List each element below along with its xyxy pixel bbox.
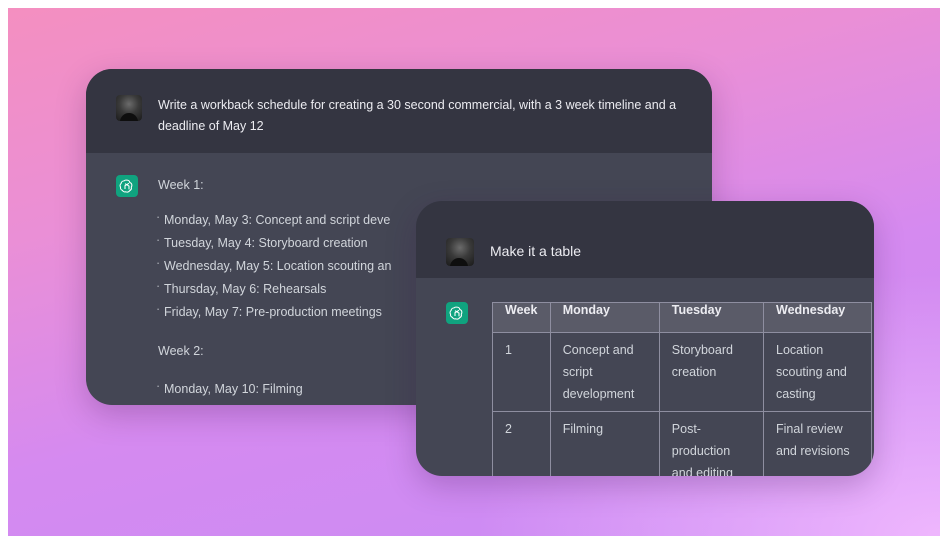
user-avatar <box>116 95 142 121</box>
background-canvas: Write a workback schedule for creating a… <box>8 8 940 536</box>
table-header-cell: Wednesday <box>763 302 872 333</box>
assistant-message-row: Week Monday Tuesday Wednesday 1 Concept … <box>416 278 874 476</box>
user-avatar <box>446 237 474 266</box>
week1-label: Week 1: <box>158 178 204 192</box>
schedule-table-container: Week Monday Tuesday Wednesday 1 Concept … <box>492 302 872 476</box>
week1-list: Monday, May 3: Concept and script deve T… <box>156 206 391 324</box>
table-header-cell: Tuesday <box>658 302 765 333</box>
user-message-row: Make it a table <box>416 201 874 278</box>
list-item: Tuesday, May 4: Storyboard creation <box>156 229 391 255</box>
week2-list: Monday, May 10: Filming <box>156 375 391 401</box>
week2-label: Week 2: <box>158 344 204 358</box>
assistant-message-body: Week 1: Monday, May 3: Concept and scrip… <box>156 175 391 401</box>
chat-window-table: Make it a table Week Monday Tuesday Wedn <box>416 201 874 476</box>
table-header-cell: Week <box>492 302 551 333</box>
table-cell: 2 <box>492 411 551 476</box>
user-message-text: Make it a table <box>490 243 582 259</box>
user-message-text: Write a workback schedule for creating a… <box>158 98 677 133</box>
schedule-table: Week Monday Tuesday Wednesday 1 Concept … <box>492 302 872 476</box>
user-message-row: Write a workback schedule for creating a… <box>86 69 712 153</box>
table-cell: Post-production and editing <box>658 411 765 476</box>
table-cell: Concept and script development <box>549 332 660 412</box>
table-cell: Location scouting and casting <box>763 332 872 412</box>
list-item: Monday, May 10: Filming <box>156 375 391 401</box>
table-cell: Storyboard creation <box>658 332 765 412</box>
list-item: Monday, May 3: Concept and script deve <box>156 206 391 232</box>
list-item: Wednesday, May 5: Location scouting an <box>156 252 391 278</box>
table-header-row: Week Monday Tuesday Wednesday <box>492 302 872 333</box>
chatgpt-logo-icon <box>116 175 138 197</box>
table-row: 1 Concept and script development Storybo… <box>492 332 872 412</box>
table-row: 2 Filming Post-production and editing Fi… <box>492 411 872 476</box>
table-cell: 1 <box>492 332 551 412</box>
table-cell: Filming <box>549 411 660 476</box>
table-cell: Final review and revisions <box>763 411 872 476</box>
chatgpt-logo-icon <box>446 302 468 324</box>
list-item: Friday, May 7: Pre-production meetings <box>156 298 391 324</box>
list-item: Thursday, May 6: Rehearsals <box>156 275 391 301</box>
table-header-cell: Monday <box>549 302 660 333</box>
